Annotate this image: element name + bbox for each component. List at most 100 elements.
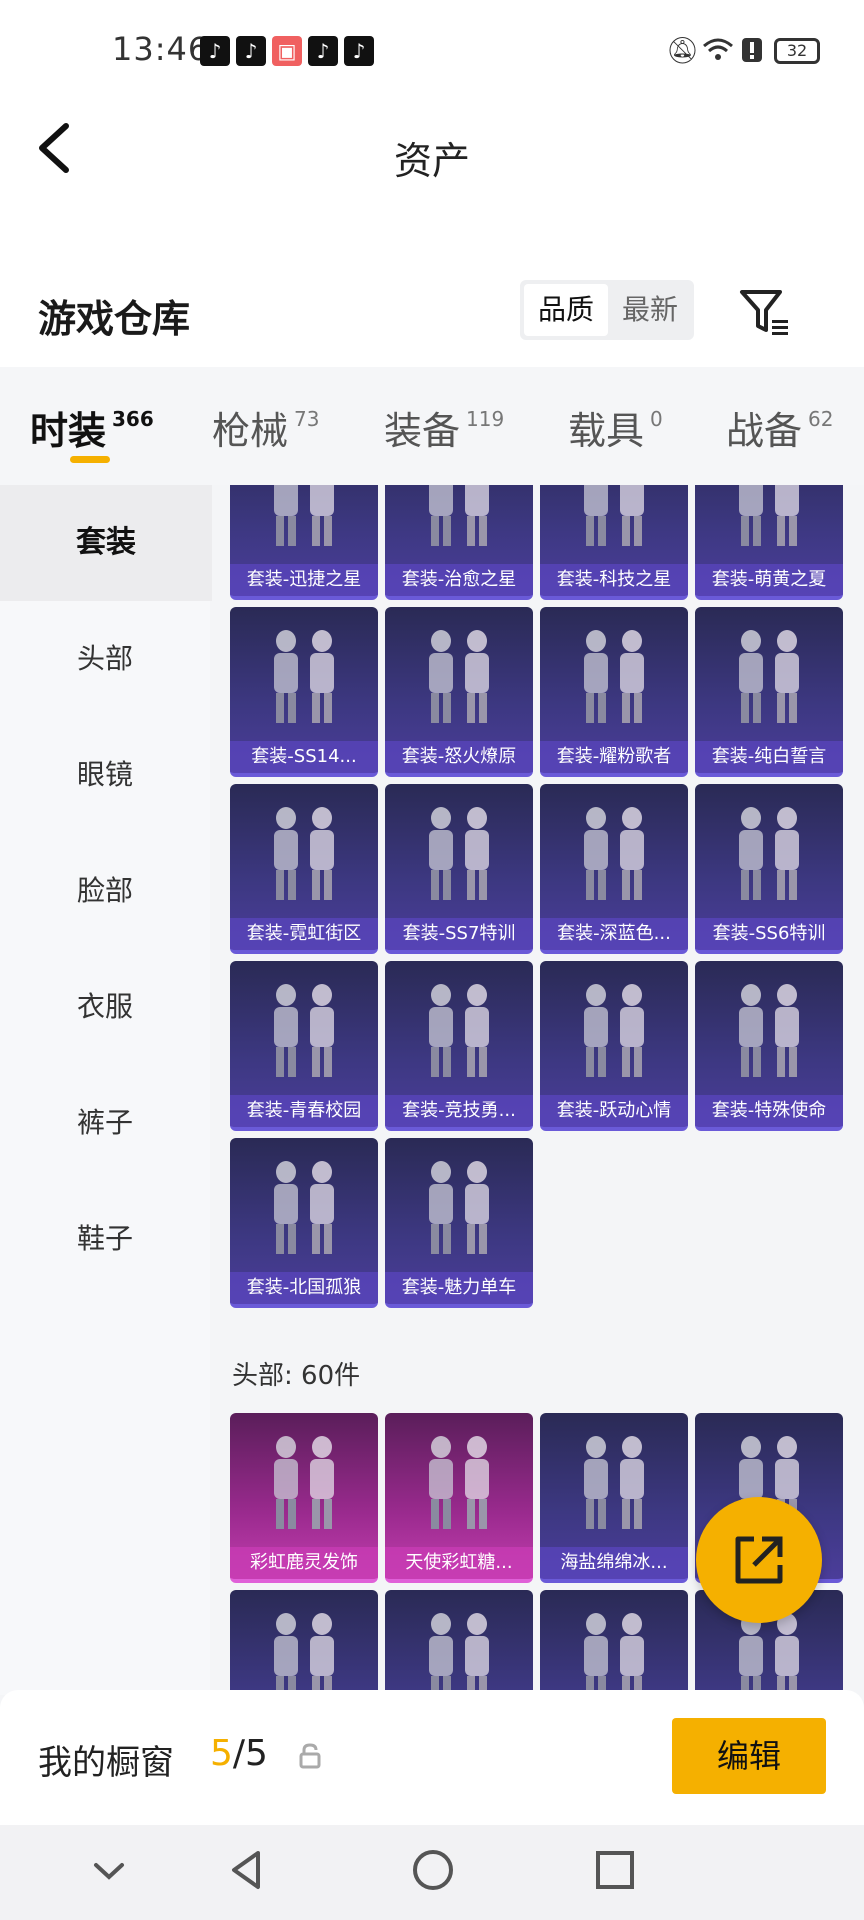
item-card-label: 天使彩虹糖... (385, 1547, 533, 1579)
item-card[interactable]: 套装-治愈之星 (385, 485, 533, 600)
tab-supplies[interactable]: 战备 62 (726, 400, 833, 455)
item-card[interactable]: 套装-魅力单车 (385, 1138, 533, 1308)
item-thumbnail (584, 630, 644, 723)
showcase-label: 我的橱窗 (38, 1743, 174, 1783)
item-thumbnail (274, 1613, 334, 1690)
item-thumbnail (429, 984, 489, 1077)
tab-fashion[interactable]: 时装 366 (30, 400, 154, 455)
mute-icon: 🔕︎ (666, 36, 700, 66)
sidebar-item-pants[interactable]: 裤子 (0, 1065, 210, 1181)
status-time: 13:46 (112, 30, 210, 68)
tab-equipment[interactable]: 装备 119 (384, 400, 504, 455)
item-thumbnail (739, 984, 799, 1077)
sidebar-item-glasses[interactable]: 眼镜 (0, 717, 210, 833)
item-card-label: 彩虹鹿灵发饰 (230, 1547, 378, 1579)
item-card[interactable]: 套装-纯白誓言 (695, 607, 843, 777)
nav-back-icon[interactable] (222, 1845, 272, 1895)
collapse-icon[interactable] (84, 1845, 134, 1895)
item-card-label: 套装-耀粉歌者 (540, 741, 688, 773)
sidebar-item-head[interactable]: 头部 (0, 601, 210, 717)
item-thumbnail (274, 984, 334, 1077)
tab-vehicles[interactable]: 载具 0 (568, 400, 663, 455)
tiktok-icon: ♪ (308, 36, 338, 66)
item-card-label: 套装-SS6特训 (695, 918, 843, 950)
item-card-label: 海盐绵绵冰... (540, 1547, 688, 1579)
gift-icon: ▣ (272, 36, 302, 66)
item-card-label: 套装-特殊使命 (695, 1095, 843, 1127)
item-card-label: 套装-SS14... (230, 741, 378, 773)
item-thumbnail (739, 485, 799, 546)
item-card[interactable]: 套装-特殊使命 (695, 961, 843, 1131)
item-card-label: 套装-治愈之星 (385, 564, 533, 596)
sidebar-item-suits[interactable]: 套装 (0, 485, 212, 601)
item-card-label: 套装-跃动心情 (540, 1095, 688, 1127)
item-thumbnail (274, 807, 334, 900)
item-thumbnail (429, 485, 489, 546)
tiktok-icon: ♪ (236, 36, 266, 66)
item-card[interactable]: 套装-萌黄之夏 (695, 485, 843, 600)
item-card-label: 套装-SS7特训 (385, 918, 533, 950)
item-card[interactable] (540, 1590, 688, 1690)
item-thumbnail (429, 630, 489, 723)
item-card-label: 套装-深蓝色... (540, 918, 688, 950)
item-card[interactable]: 套装-霓虹街区 (230, 784, 378, 954)
item-card[interactable]: 天使彩虹糖... (385, 1413, 533, 1583)
nav-home-icon[interactable] (408, 1845, 458, 1895)
item-card-label: 套装-迅捷之星 (230, 564, 378, 596)
edit-button[interactable]: 编辑 (672, 1718, 826, 1794)
item-card-label: 套装-霓虹街区 (230, 918, 378, 950)
filter-icon[interactable] (736, 284, 792, 340)
item-thumbnail (429, 807, 489, 900)
share-button[interactable] (696, 1497, 822, 1623)
item-card-label: 套装-萌黄之夏 (695, 564, 843, 596)
item-thumbnail (584, 485, 644, 546)
head-section-title: 头部: 60件 (232, 1361, 361, 1391)
showcase-count: 5/5 (210, 1733, 268, 1774)
item-thumbnail (584, 1613, 644, 1690)
battery-indicator: 32 (774, 38, 820, 64)
item-card[interactable]: 套装-SS7特训 (385, 784, 533, 954)
item-card[interactable] (230, 1590, 378, 1690)
sidebar-item-face[interactable]: 脸部 (0, 833, 210, 949)
item-card-label: 套装-科技之星 (540, 564, 688, 596)
item-thumbnail (274, 630, 334, 723)
item-card[interactable]: 海盐绵绵冰... (540, 1413, 688, 1583)
warehouse-title: 游戏仓库 (38, 297, 191, 341)
tiktok-icon: ♪ (200, 36, 230, 66)
item-card[interactable]: 套装-竞技勇... (385, 961, 533, 1131)
nav-recents-icon[interactable] (590, 1845, 640, 1895)
tiktok-icon: ♪ (344, 36, 374, 66)
share-icon (735, 1536, 783, 1584)
tab-guns[interactable]: 枪械 73 (212, 400, 319, 455)
item-card[interactable]: 彩虹鹿灵发饰 (230, 1413, 378, 1583)
item-thumbnail (584, 1436, 644, 1529)
item-card[interactable]: 套装-跃动心情 (540, 961, 688, 1131)
sort-quality-button[interactable]: 品质 (524, 284, 608, 336)
item-card[interactable]: 套装-SS6特训 (695, 784, 843, 954)
item-card[interactable]: 套装-科技之星 (540, 485, 688, 600)
item-card[interactable]: 套装-青春校园 (230, 961, 378, 1131)
item-card-label: 套装-纯白誓言 (695, 741, 843, 773)
alert-icon (740, 36, 764, 71)
sort-newest-button[interactable]: 最新 (608, 284, 692, 336)
item-card[interactable]: 套装-迅捷之星 (230, 485, 378, 600)
item-thumbnail (429, 1613, 489, 1690)
item-card[interactable] (385, 1590, 533, 1690)
item-card-label: 套装-北国孤狼 (230, 1272, 378, 1304)
item-thumbnail (584, 984, 644, 1077)
item-thumbnail (739, 807, 799, 900)
item-card-label: 套装-竞技勇... (385, 1095, 533, 1127)
item-card[interactable]: 套装-SS14... (230, 607, 378, 777)
lock-icon (298, 1742, 322, 1770)
sidebar-item-clothes[interactable]: 衣服 (0, 949, 210, 1065)
item-thumbnail (274, 1436, 334, 1529)
item-card[interactable]: 套装-怒火燎原 (385, 607, 533, 777)
item-card[interactable]: 套装-深蓝色... (540, 784, 688, 954)
item-thumbnail (429, 1161, 489, 1254)
item-card-label: 套装-怒火燎原 (385, 741, 533, 773)
item-card[interactable]: 套装-北国孤狼 (230, 1138, 378, 1308)
item-card[interactable]: 套装-耀粉歌者 (540, 607, 688, 777)
item-thumbnail (739, 630, 799, 723)
item-card-label: 套装-魅力单车 (385, 1272, 533, 1304)
sidebar-item-shoes[interactable]: 鞋子 (0, 1181, 210, 1297)
